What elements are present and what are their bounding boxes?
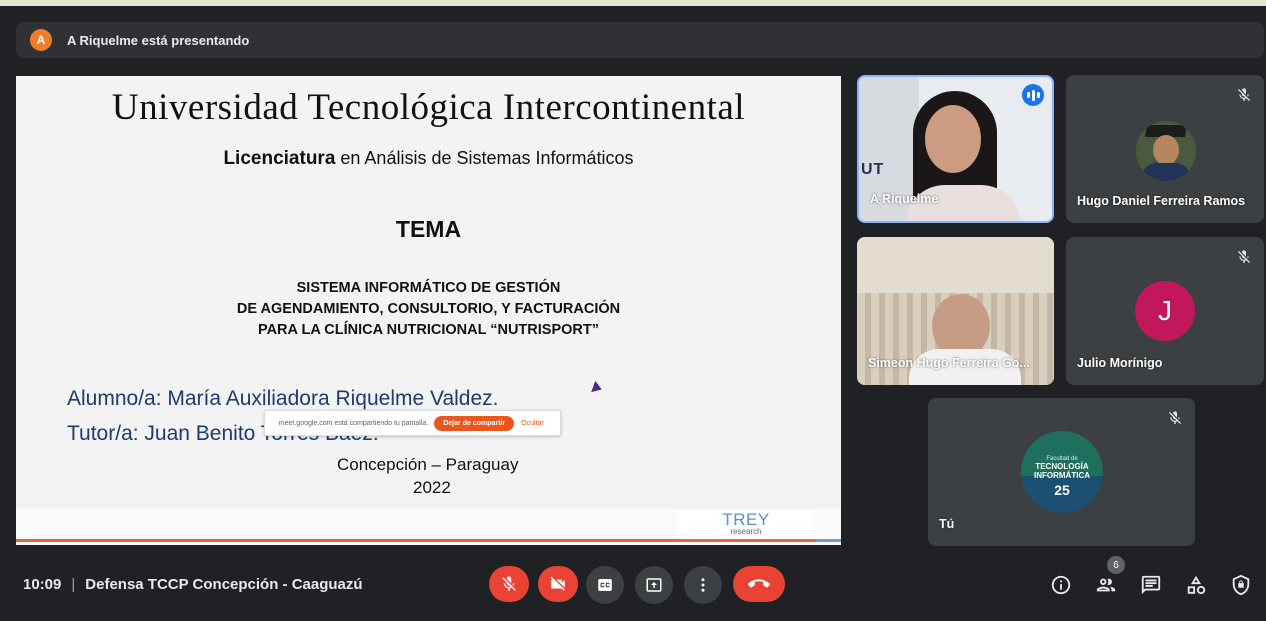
slide-system-line1: SISTEMA INFORMÁTICO DE GESTIÓN (296, 280, 561, 296)
video-person-face (925, 105, 981, 173)
video-banner-text: UT (861, 161, 885, 178)
logo-line2: TECNOLOGÍA (1035, 462, 1089, 471)
video-wall (857, 237, 1054, 293)
mouse-pointer-icon (591, 380, 604, 396)
present-now-button[interactable] (635, 566, 673, 604)
stop-sharing-button[interactable]: Dejar de compartir (434, 415, 515, 431)
participant-tile-a-riquelme[interactable]: UT A Riquelme (857, 75, 1054, 223)
screen-share-banner: ⦙ meet.google.com está compartiendo tu p… (264, 410, 561, 436)
bottom-control-bar: 10:09 | Defensa TCCP Concepción - Caagua… (0, 556, 1266, 621)
presenting-text: A Riquelme está presentando (67, 32, 250, 48)
camera-toggle-button[interactable] (538, 566, 578, 602)
participant-name: Tú (939, 517, 955, 531)
participant-tile-hugo-daniel[interactable]: Hugo Daniel Ferreira Ramos (1066, 75, 1264, 223)
slide-footer-line (16, 539, 816, 542)
slide-tema: TEMA (395, 216, 462, 242)
participant-avatar (1136, 121, 1196, 181)
meeting-info-separator: | (71, 576, 76, 593)
participant-tile-simeon[interactable]: Simeón Hugo Ferreira Go... (857, 237, 1054, 385)
captions-button[interactable] (586, 566, 624, 604)
slide-footer-line-accent (816, 539, 841, 542)
faculty-logo: Facultad de TECNOLOGÍA INFORMÁTICA 25 (1021, 431, 1103, 513)
chat-icon[interactable] (1140, 574, 1162, 596)
slide-university: Universidad Tecnológica Intercontinental (111, 87, 746, 128)
window-top-edge (0, 0, 1266, 6)
share-banner-text: meet.google.com está compartiendo tu pan… (278, 419, 429, 427)
trey-research-logo: TREY research (679, 511, 813, 539)
clock-time: 10:09 (23, 576, 62, 593)
participant-count-badge: 6 (1107, 556, 1125, 574)
participant-name: Simeón Hugo Ferreira Go... (868, 356, 1030, 370)
logo-line3: INFORMÁTICA (1034, 471, 1090, 480)
more-vert-icon (701, 578, 705, 592)
slide-system-line3: PARA LA CLÍNICA NUTRICIONAL “NUTRISPORT” (257, 322, 599, 338)
slide-degree-prefix: Licenciatura (223, 148, 336, 169)
mic-toggle-button[interactable] (489, 566, 529, 602)
hide-banner-link[interactable]: Ocultar (521, 420, 544, 427)
speaking-indicator-icon (1022, 84, 1044, 106)
participant-name: Hugo Daniel Ferreira Ramos (1077, 194, 1246, 208)
presenter-avatar: A (30, 29, 52, 51)
meeting-title: Defensa TCCP Concepción - Caaguazú (85, 576, 363, 593)
mic-off-icon (1238, 88, 1250, 101)
drag-handle-icon[interactable]: ⦙ (271, 418, 273, 428)
slide-location: Concepción – Paraguay (337, 455, 519, 474)
mic-off-icon (1238, 250, 1250, 263)
slide-system-line2: DE AGENDAMIENTO, CONSULTORIO, Y FACTURAC… (236, 301, 621, 317)
participant-tile-julio[interactable]: J Julio Morínigo (1066, 237, 1264, 385)
mic-off-icon (502, 576, 516, 591)
people-icon[interactable] (1094, 574, 1118, 596)
leave-call-button[interactable] (733, 566, 785, 602)
host-controls-icon[interactable] (1230, 574, 1252, 596)
present-screen-icon (646, 578, 662, 592)
slide-degree: Licenciatura en Análisis de Sistemas Inf… (16, 148, 841, 170)
logo-number: 25 (1054, 482, 1070, 498)
meeting-details-icon[interactable] (1050, 574, 1072, 596)
slide-year: 2022 (413, 478, 451, 497)
participant-name: Julio Morínigo (1077, 356, 1163, 370)
brand-sub: research (730, 527, 762, 536)
slide-alumno: Alumno/a: María Auxiliadora Riquelme Val… (67, 387, 499, 410)
participant-avatar: J (1135, 281, 1195, 341)
more-options-button[interactable] (684, 566, 722, 604)
hang-up-icon (748, 579, 770, 588)
slide-degree-rest: en Análisis de Sistemas Informáticos (335, 148, 634, 168)
presenting-bar: A A Riquelme está presentando (16, 22, 1264, 58)
participant-tile-self[interactable]: Facultad de TECNOLOGÍA INFORMÁTICA 25 Tú (928, 398, 1195, 546)
meeting-info: 10:09 | Defensa TCCP Concepción - Caagua… (23, 576, 363, 593)
slide-system-title: SISTEMA INFORMÁTICO DE GESTIÓN DE AGENDA… (16, 278, 841, 341)
shared-screen: Universidad Tecnológica Intercontinental… (16, 76, 841, 545)
captions-icon (598, 579, 612, 591)
participant-name: A Riquelme (870, 192, 939, 206)
camera-off-icon (550, 576, 565, 591)
mic-off-icon (1169, 411, 1181, 424)
activities-icon[interactable] (1185, 574, 1207, 596)
